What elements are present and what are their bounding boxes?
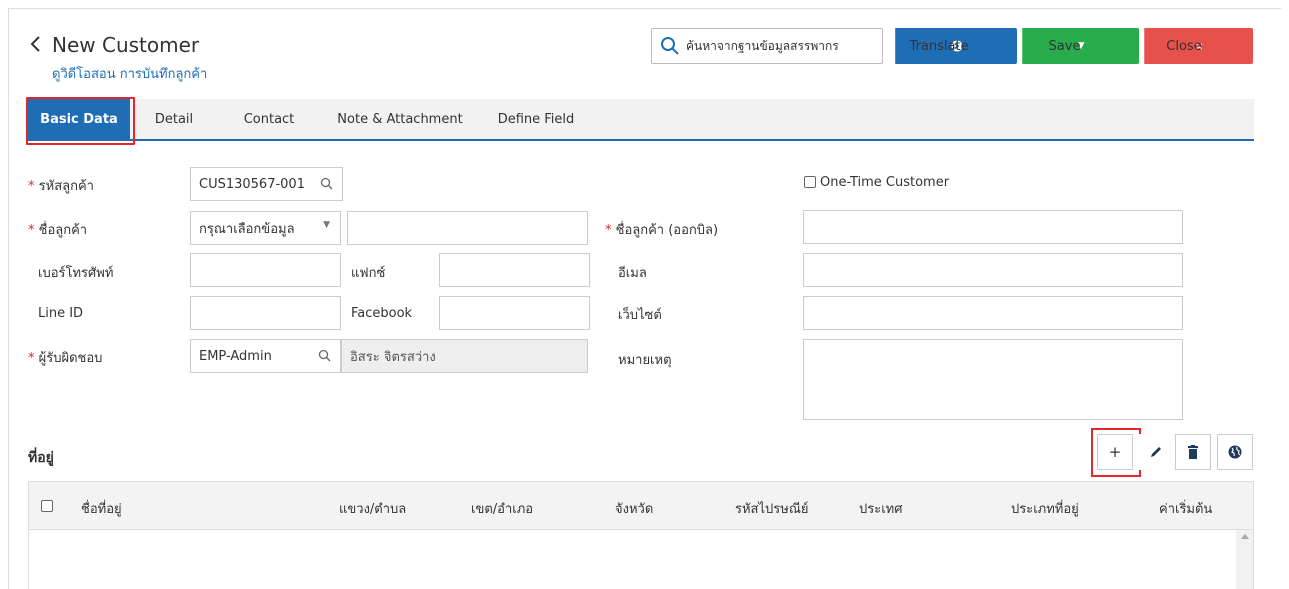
address-table-body	[28, 530, 1254, 589]
page-title: New Customer	[52, 33, 200, 57]
column-header[interactable]: ประเทศ	[859, 498, 902, 519]
globe-icon	[1228, 445, 1242, 459]
one-time-customer-checkbox[interactable]: One-Time Customer	[804, 175, 949, 190]
address-table-header: ชื่อที่อยู่ แขวง/ตำบล เขต/อำเภอ จังหวัด …	[28, 481, 1254, 530]
column-header[interactable]: ค่าเริ่มต้น	[1159, 498, 1212, 519]
website-input[interactable]	[803, 296, 1183, 330]
back-button[interactable]	[29, 34, 43, 58]
caret-down-icon: ▼	[323, 220, 330, 230]
scroll-up-icon[interactable]	[1241, 534, 1249, 539]
customer-code-label: * รหัสลูกค้า	[28, 179, 94, 194]
facebook-input[interactable]	[439, 296, 590, 330]
phone-label: เบอร์โทรศัพท์	[38, 266, 114, 281]
facebook-label: Facebook	[351, 306, 413, 321]
customer-title-select[interactable]: กรุณาเลือกข้อมูล ▼	[190, 211, 341, 245]
responsible-name-field: อิสระ จิตรสว่าง	[341, 339, 588, 373]
search-icon	[661, 37, 679, 55]
line-id-input[interactable]	[190, 296, 341, 330]
phone-input[interactable]	[190, 253, 341, 287]
save-label: Save	[1048, 38, 1081, 54]
checkbox-icon[interactable]	[804, 176, 816, 188]
revenue-db-search-label: ค้นหาจากฐานข้อมูลสรรพากร	[686, 38, 839, 53]
translate-label: Translate	[909, 38, 969, 54]
customer-name-input[interactable]	[347, 211, 588, 245]
customer-name-label: * ชื่อลูกค้า	[28, 223, 88, 238]
add-button-highlight-box	[1091, 428, 1141, 477]
chevron-left-icon	[30, 36, 40, 52]
website-label: เว็บไซต์	[618, 308, 662, 323]
note-label: หมายเหตุ	[618, 353, 672, 368]
line-id-label: Line ID	[38, 306, 84, 321]
fax-label: แฟกซ์	[351, 266, 386, 281]
billing-name-label: * ชื่อลูกค้า (ออกบิล)	[605, 223, 719, 238]
note-textarea[interactable]	[803, 339, 1183, 420]
column-header[interactable]: จังหวัด	[615, 498, 653, 519]
fax-input[interactable]	[439, 253, 590, 287]
save-button[interactable]: Save ▼	[1022, 28, 1139, 64]
responsible-code-field[interactable]: EMP-Admin	[190, 339, 341, 373]
translate-button[interactable]: Translate	[895, 28, 1017, 64]
delete-address-button[interactable]	[1175, 434, 1211, 470]
email-input[interactable]	[803, 253, 1183, 287]
tab-define-field[interactable]: Define Field	[490, 99, 582, 141]
vertical-scrollbar[interactable]	[1236, 530, 1253, 589]
column-header[interactable]: แขวง/ตำบล	[339, 498, 406, 519]
close-button[interactable]: Close ×	[1144, 28, 1253, 64]
revenue-db-search-button[interactable]: ค้นหาจากฐานข้อมูลสรรพากร	[651, 28, 883, 64]
tab-contact[interactable]: Contact	[234, 99, 304, 141]
address-section-title: ที่อยู่	[28, 450, 54, 466]
tab-highlight-box	[26, 97, 135, 145]
tab-bar: Basic Data Detail Contact Note & Attachm…	[28, 99, 1254, 141]
responsible-label: * ผู้รับผิดชอบ	[28, 351, 103, 366]
column-header[interactable]: เขต/อำเภอ	[471, 498, 533, 519]
customer-code-field[interactable]: CUS130567-001	[190, 167, 343, 201]
email-label: อีเมล	[618, 266, 647, 281]
select-all-checkbox[interactable]	[41, 499, 57, 514]
tutorial-video-link[interactable]: ดูวิดีโอสอน การบันทึกลูกค้า	[52, 63, 207, 84]
close-label: Close	[1166, 38, 1202, 54]
globe-address-button[interactable]	[1217, 434, 1253, 470]
tab-note-attachment[interactable]: Note & Attachment	[330, 99, 470, 141]
column-header[interactable]: ชื่อที่อยู่	[81, 498, 122, 519]
column-header[interactable]: ประเภทที่อยู่	[1011, 498, 1079, 519]
search-icon[interactable]	[318, 349, 332, 363]
column-header[interactable]: รหัสไปรษณีย์	[735, 498, 809, 519]
search-icon[interactable]	[320, 177, 334, 191]
checkbox-icon[interactable]	[41, 500, 53, 512]
trash-icon	[1188, 445, 1198, 459]
billing-name-input[interactable]	[803, 210, 1183, 244]
edit-address-button[interactable]	[1138, 434, 1174, 470]
pencil-icon	[1151, 447, 1161, 457]
tab-detail[interactable]: Detail	[144, 99, 204, 141]
